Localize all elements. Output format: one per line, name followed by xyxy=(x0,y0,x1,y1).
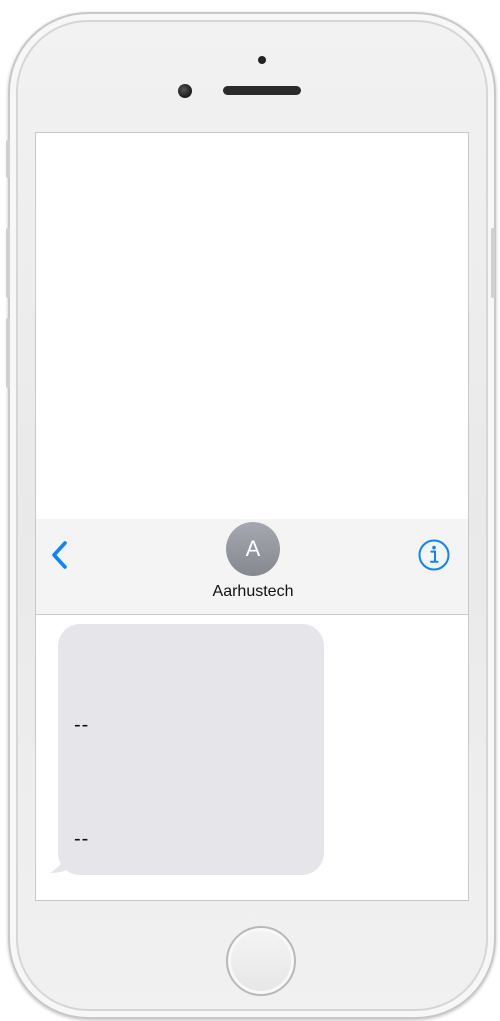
power-button xyxy=(491,228,495,298)
info-button[interactable] xyxy=(417,538,451,572)
conversation-header: A Aarhustech xyxy=(36,519,468,615)
earpiece-speaker xyxy=(223,86,301,95)
messages-screen: A Aarhustech -- -- xyxy=(35,132,469,901)
volume-down-button xyxy=(6,318,10,388)
volume-up-button xyxy=(6,228,10,298)
mute-switch xyxy=(6,140,10,178)
device-frame: A Aarhustech -- -- xyxy=(0,0,500,1021)
front-camera xyxy=(178,84,192,98)
message-line: -- xyxy=(74,828,90,850)
avatar-initial: A xyxy=(245,536,261,561)
chevron-left-icon xyxy=(52,541,67,569)
incoming-message-bubble[interactable]: -- -- xyxy=(58,624,324,875)
home-button[interactable] xyxy=(226,926,296,996)
info-circle-icon xyxy=(418,539,450,571)
contact-name[interactable]: Aarhustech xyxy=(36,583,468,601)
message-line: -- xyxy=(74,714,90,736)
proximity-sensor xyxy=(258,56,266,64)
contact-avatar[interactable]: A xyxy=(226,522,280,576)
back-button[interactable] xyxy=(46,537,76,573)
